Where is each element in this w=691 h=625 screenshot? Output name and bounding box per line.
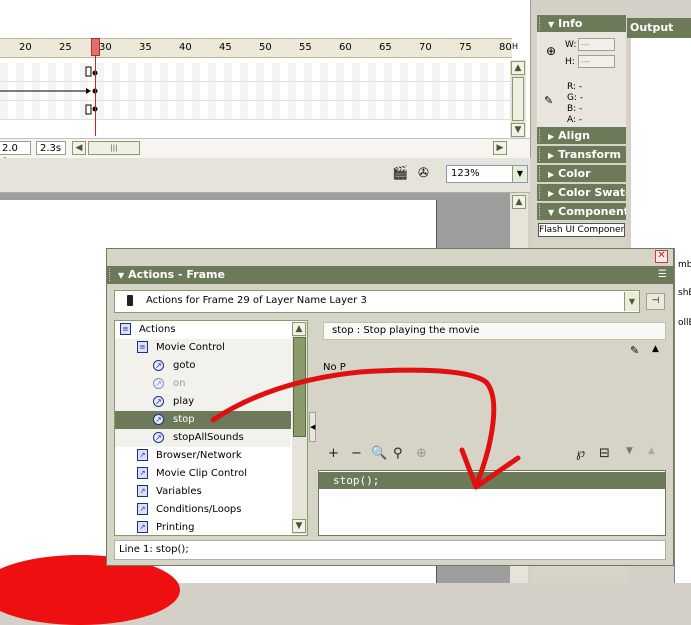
annotation-arrow <box>210 367 521 490</box>
